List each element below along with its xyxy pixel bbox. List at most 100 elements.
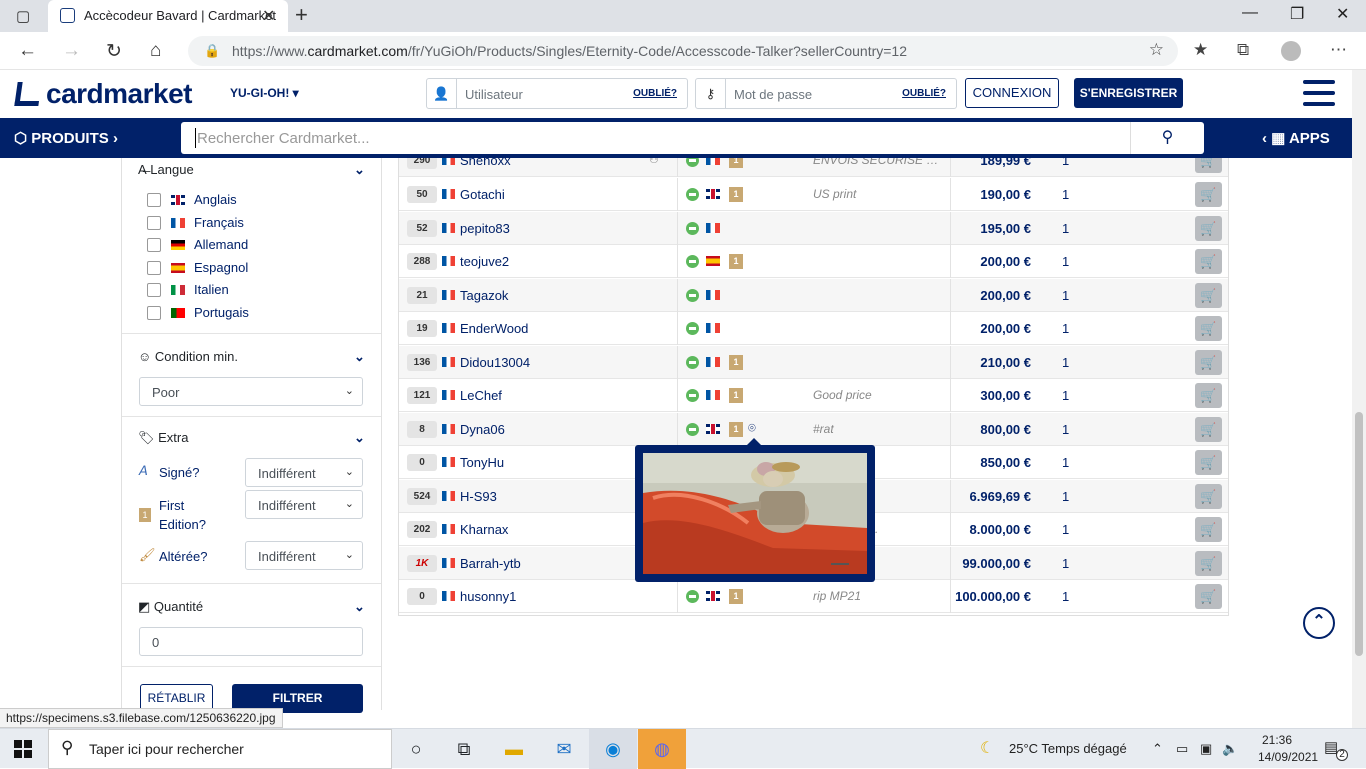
file-explorer-icon[interactable]: ▬: [490, 729, 538, 769]
scroll-to-top-button[interactable]: ⌃: [1303, 607, 1335, 639]
tray-expand-icon[interactable]: ⌃: [1152, 741, 1163, 757]
signed-select[interactable]: Indifférent ⌄: [245, 458, 363, 487]
seller-name-link[interactable]: Gotachi: [460, 187, 505, 202]
apps-menu[interactable]: ‹ ▦ APPS: [1262, 129, 1330, 147]
clock-time[interactable]: 21:36: [1262, 733, 1292, 747]
favorites-icon[interactable]: ★: [1193, 40, 1208, 60]
add-to-cart-button[interactable]: 🛒: [1195, 450, 1222, 475]
seller-name-link[interactable]: EnderWood: [460, 321, 528, 336]
edge-browser-icon[interactable]: ◉: [589, 729, 637, 769]
game-selector[interactable]: YU-GI-OH! ▾: [230, 86, 299, 100]
add-to-cart-button[interactable]: 🛒: [1195, 383, 1222, 408]
add-to-cart-button[interactable]: 🛒: [1195, 350, 1222, 375]
checkbox[interactable]: [147, 193, 161, 207]
forgot-username-link[interactable]: OUBLIÉ?: [633, 88, 677, 99]
add-to-cart-button[interactable]: 🛒: [1195, 551, 1222, 576]
collections-icon[interactable]: ⧉: [1237, 40, 1249, 60]
seller-name-link[interactable]: teojuve2: [460, 254, 509, 269]
browser-tab[interactable]: Accècodeur Bavard | Cardmarket ✕: [48, 0, 288, 32]
add-to-cart-button[interactable]: 🛒: [1195, 283, 1222, 308]
add-to-cart-button[interactable]: 🛒: [1195, 316, 1222, 341]
forgot-password-link[interactable]: OUBLIÉ?: [902, 88, 946, 99]
username-field[interactable]: 👤 Utilisateur OUBLIÉ?: [426, 78, 688, 109]
seller-name-link[interactable]: TonyHu: [460, 455, 504, 470]
seller-name-link[interactable]: Dyna06: [460, 422, 505, 437]
quantity-input[interactable]: 0: [139, 627, 363, 656]
add-to-cart-button[interactable]: 🛒: [1195, 584, 1222, 609]
network-icon[interactable]: ▭: [1176, 741, 1188, 757]
seller-name-link[interactable]: Didou13004: [460, 355, 530, 370]
seller-name-link[interactable]: LeChef: [460, 388, 502, 403]
quantity-section-title[interactable]: ◩ Quantité: [138, 599, 203, 615]
add-to-cart-button[interactable]: 🛒: [1195, 249, 1222, 274]
cardmarket-logo[interactable]: cardmarket: [14, 78, 192, 110]
url-bar[interactable]: 🔒 https://www.cardmarket.com/fr/YuGiOh/P…: [188, 36, 1178, 66]
checkbox[interactable]: [147, 238, 161, 252]
discord-icon[interactable]: ◍: [638, 729, 686, 769]
page-scrollbar[interactable]: [1352, 70, 1366, 728]
checkbox[interactable]: [147, 261, 161, 275]
settings-menu-icon[interactable]: ⋯: [1330, 40, 1347, 60]
condition-section-title[interactable]: ☺ Condition min.: [138, 349, 238, 364]
close-window-button[interactable]: ✕: [1336, 4, 1349, 24]
reload-icon[interactable]: ↻: [106, 40, 122, 63]
home-icon[interactable]: ⌂: [150, 40, 161, 62]
first-edition-select[interactable]: Indifférent ⌄: [245, 490, 363, 519]
lock-icon[interactable]: 🔒: [204, 43, 220, 59]
seller-name-link[interactable]: husonny1: [460, 589, 516, 604]
signed-label: Signé?: [159, 465, 200, 480]
seller-name-link[interactable]: Tagazok: [460, 288, 508, 303]
seller-name-link[interactable]: H-S93: [460, 489, 497, 504]
search-icon[interactable]: ⚲: [1130, 122, 1204, 154]
chevron-down-icon[interactable]: ⌄: [354, 349, 365, 365]
task-view-icon[interactable]: ⧉: [440, 729, 488, 769]
forward-icon[interactable]: →: [62, 40, 81, 62]
taskbar-search[interactable]: ⚲ Taper ici pour rechercher: [48, 729, 392, 769]
add-to-cart-button[interactable]: 🛒: [1195, 417, 1222, 442]
tab-actions-icon[interactable]: ▢: [16, 7, 30, 25]
close-tab-icon[interactable]: ✕: [262, 6, 275, 26]
checkbox[interactable]: [147, 216, 161, 230]
login-button[interactable]: CONNEXION: [965, 78, 1059, 108]
language-section-title[interactable]: A̶ Langue: [138, 162, 194, 177]
condition-select[interactable]: Poor ⌄: [139, 377, 363, 406]
altered-select[interactable]: Indifférent ⌄: [245, 541, 363, 570]
chevron-down-icon[interactable]: ⌄: [354, 162, 365, 178]
add-to-cart-button[interactable]: 🛒: [1195, 216, 1222, 241]
scrollbar-thumb[interactable]: [1355, 412, 1363, 656]
checkbox[interactable]: [147, 306, 161, 320]
new-tab-button[interactable]: +: [295, 2, 308, 28]
photo-preview-popup: [635, 438, 875, 582]
register-button[interactable]: S'ENREGISTRER: [1074, 78, 1183, 108]
camera-icon[interactable]: ⌾: [748, 420, 764, 436]
cortana-icon[interactable]: ○: [392, 729, 440, 769]
display-icon[interactable]: ▣: [1200, 741, 1212, 757]
maximize-button[interactable]: ❐: [1290, 4, 1304, 24]
seller-name-link[interactable]: Kharnax: [460, 522, 508, 537]
add-to-cart-button[interactable]: 🛒: [1195, 484, 1222, 509]
search-input[interactable]: Rechercher Cardmarket... ⚲: [181, 122, 1204, 154]
seller-name-link[interactable]: Shenoxx: [460, 158, 511, 168]
seller-name-link[interactable]: pepito83: [460, 221, 510, 236]
clock-date[interactable]: 14/09/2021: [1258, 750, 1318, 764]
add-to-cart-button[interactable]: 🛒: [1195, 517, 1222, 542]
back-icon[interactable]: ←: [18, 40, 37, 62]
hamburger-menu-icon[interactable]: [1303, 80, 1335, 106]
chevron-down-icon[interactable]: ⌄: [354, 430, 365, 446]
weather-text[interactable]: 25°C Temps dégagé: [1009, 741, 1127, 756]
checkbox[interactable]: [147, 283, 161, 297]
offer-price: 850,00 €: [980, 455, 1031, 470]
chevron-down-icon[interactable]: ⌄: [354, 599, 365, 615]
volume-icon[interactable]: 🔈: [1222, 741, 1238, 757]
add-favorite-icon[interactable]: ☆: [1149, 40, 1164, 60]
seller-name-link[interactable]: Barrah-ytb: [460, 556, 521, 571]
extra-section-title[interactable]: 🏷 Extra: [138, 430, 188, 446]
add-to-cart-button[interactable]: 🛒: [1195, 158, 1222, 173]
minimize-button[interactable]: —: [1242, 4, 1258, 22]
windows-start-icon[interactable]: [14, 740, 32, 758]
products-menu[interactable]: ⬡ PRODUITS ›: [14, 129, 118, 147]
add-to-cart-button[interactable]: 🛒: [1195, 182, 1222, 207]
profile-avatar[interactable]: [1281, 41, 1301, 61]
password-field[interactable]: ⚷ Mot de passe OUBLIÉ?: [695, 78, 957, 109]
mail-icon[interactable]: ✉: [540, 729, 588, 769]
